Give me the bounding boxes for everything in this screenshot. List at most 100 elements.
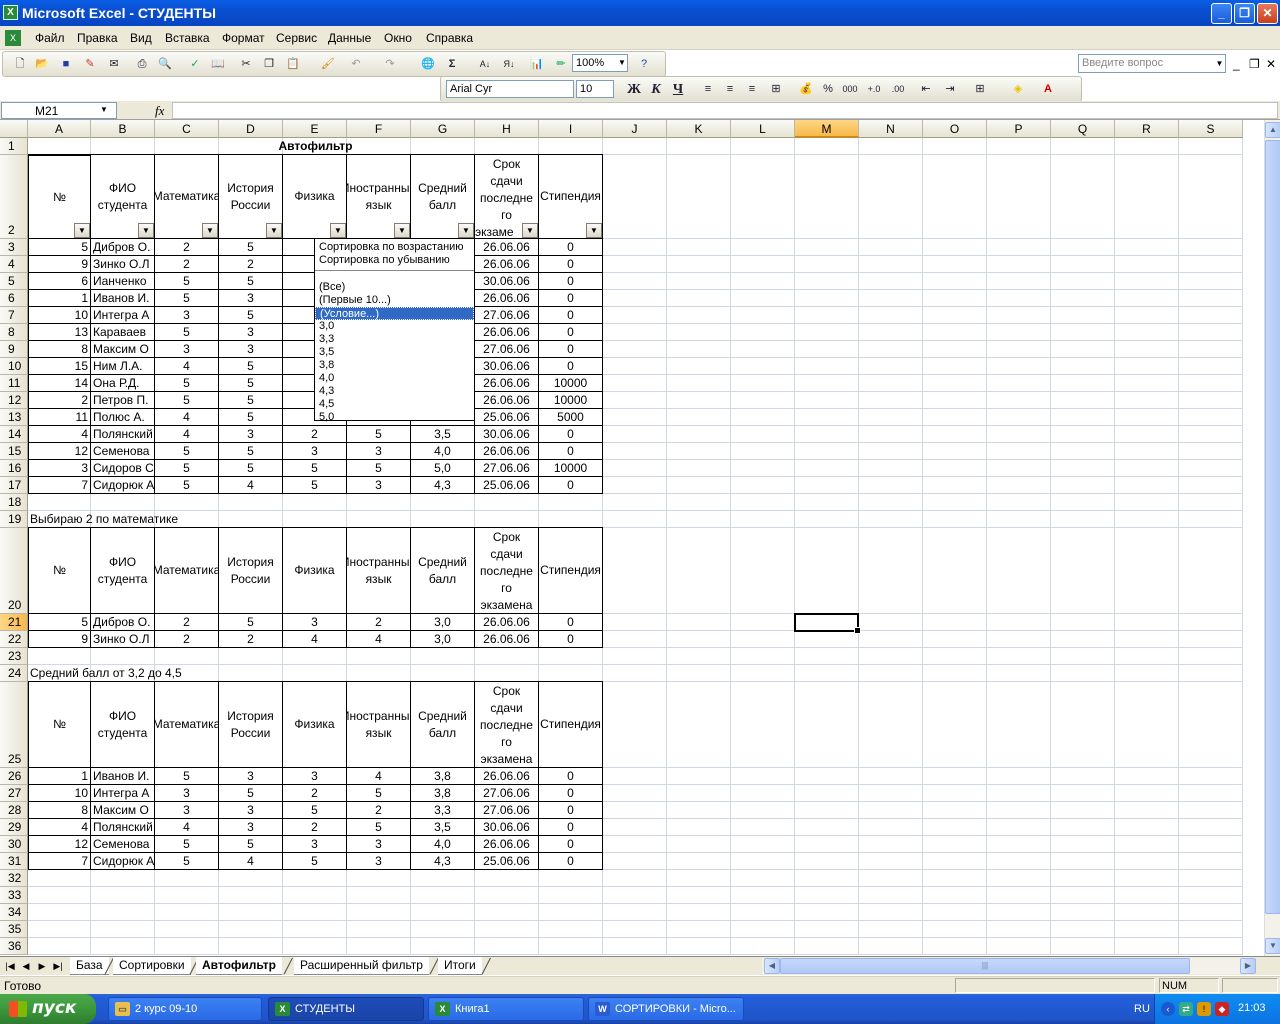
cell[interactable] — [219, 494, 283, 511]
cell[interactable] — [1115, 358, 1179, 375]
cell[interactable] — [603, 409, 667, 426]
table-cell[interactable]: 10000 — [539, 392, 603, 409]
cell[interactable] — [923, 853, 987, 870]
cell[interactable] — [1115, 648, 1179, 665]
table-cell[interactable]: 4 — [219, 853, 283, 870]
email-icon[interactable]: ✉ — [105, 56, 123, 73]
formula-input[interactable] — [172, 102, 1278, 119]
name-box-dropdown-icon[interactable]: ▼ — [100, 105, 108, 114]
cell[interactable] — [795, 307, 859, 324]
cell[interactable] — [795, 494, 859, 511]
cell[interactable] — [1115, 138, 1179, 155]
cell[interactable] — [923, 528, 987, 614]
table-cell[interactable]: 5 — [155, 324, 219, 341]
cell[interactable] — [923, 887, 987, 904]
cell[interactable] — [859, 324, 923, 341]
table-cell[interactable]: Караваев — [91, 324, 155, 341]
table-cell[interactable]: 3 — [347, 836, 411, 853]
table-cell[interactable]: 5 — [283, 460, 347, 477]
cell[interactable] — [603, 853, 667, 870]
cell[interactable] — [1115, 528, 1179, 614]
table-cell[interactable]: 4 — [347, 631, 411, 648]
cell[interactable] — [28, 938, 91, 955]
cell[interactable] — [795, 324, 859, 341]
cell[interactable] — [1051, 358, 1115, 375]
table-cell[interactable]: 5 — [283, 853, 347, 870]
column-title[interactable]: Средний балл — [411, 682, 475, 768]
cell[interactable] — [1115, 853, 1179, 870]
table-cell[interactable]: 7 — [28, 477, 91, 494]
row-header[interactable]: 19 — [0, 511, 28, 528]
italic-button[interactable]: К — [647, 81, 665, 98]
table-cell[interactable]: 4 — [283, 631, 347, 648]
cell[interactable] — [667, 768, 731, 785]
cell[interactable] — [795, 256, 859, 273]
cell[interactable] — [603, 870, 667, 887]
cell[interactable] — [859, 155, 923, 239]
cell[interactable] — [923, 921, 987, 938]
row-header[interactable]: 4 — [0, 256, 28, 273]
cell[interactable] — [859, 290, 923, 307]
table-cell[interactable]: 5 — [155, 392, 219, 409]
cell[interactable] — [1051, 836, 1115, 853]
horizontal-scroll-thumb[interactable]: ||| — [780, 958, 1190, 974]
autofilter-arrow-icon[interactable]: ▼ — [74, 223, 90, 238]
table-cell[interactable]: 26.06.06 — [475, 239, 539, 256]
cell[interactable] — [1051, 239, 1115, 256]
tab-baza[interactable]: База — [70, 957, 109, 975]
cell[interactable] — [731, 648, 795, 665]
row-header[interactable]: 31 — [0, 853, 28, 870]
zoom-dropdown-icon[interactable]: ▼ — [618, 58, 626, 67]
align-right-icon[interactable]: ≡ — [743, 81, 761, 98]
table-cell[interactable]: Сидорюк А — [91, 477, 155, 494]
cell[interactable] — [987, 648, 1051, 665]
cell[interactable] — [219, 870, 283, 887]
table-cell[interactable]: 4 — [155, 819, 219, 836]
cell[interactable] — [91, 938, 155, 955]
table-cell[interactable]: 5 — [155, 375, 219, 392]
cell[interactable] — [91, 921, 155, 938]
new-icon[interactable]: 🗋 — [11, 56, 29, 73]
cell[interactable] — [987, 836, 1051, 853]
cell[interactable] — [1051, 155, 1115, 239]
column-title[interactable]: ФИО студента — [91, 528, 155, 614]
cell[interactable] — [667, 375, 731, 392]
cell[interactable] — [859, 307, 923, 324]
row-header[interactable]: 34 — [0, 904, 28, 921]
cell[interactable] — [1179, 768, 1243, 785]
cell[interactable] — [603, 631, 667, 648]
table-cell[interactable]: 0 — [539, 239, 603, 256]
table-cell[interactable]: 0 — [539, 358, 603, 375]
cell[interactable] — [1179, 921, 1243, 938]
sort-descending-icon[interactable]: Я↓ — [500, 56, 518, 73]
cell[interactable] — [1115, 682, 1179, 768]
table-cell[interactable]: 30.06.06 — [475, 426, 539, 443]
row-header[interactable]: 7 — [0, 307, 28, 324]
cell[interactable] — [795, 273, 859, 290]
scroll-up-icon[interactable]: ▲ — [1265, 122, 1280, 138]
cell[interactable] — [1179, 511, 1243, 528]
column-header[interactable]: M — [795, 120, 859, 138]
cell[interactable] — [603, 341, 667, 358]
cell[interactable] — [155, 887, 219, 904]
column-header[interactable]: A — [28, 120, 91, 138]
cell[interactable] — [1051, 853, 1115, 870]
cell[interactable] — [923, 819, 987, 836]
cell[interactable] — [1115, 341, 1179, 358]
cell[interactable] — [667, 682, 731, 768]
cell[interactable] — [91, 494, 155, 511]
cell[interactable] — [795, 836, 859, 853]
open-icon[interactable]: 📂 — [33, 56, 51, 73]
row-header[interactable]: 32 — [0, 870, 28, 887]
tab-autofilter[interactable]: Автофильтр — [196, 957, 282, 975]
table-cell[interactable]: 0 — [539, 324, 603, 341]
row-header[interactable]: 11 — [0, 375, 28, 392]
paste-icon[interactable]: 📋 — [284, 56, 302, 73]
table-cell[interactable]: 2 — [219, 256, 283, 273]
table-cell[interactable]: 0 — [539, 443, 603, 460]
autofilter-option[interactable]: 3,0 — [315, 320, 474, 333]
table-cell[interactable]: 3 — [283, 768, 347, 785]
cell[interactable] — [1179, 785, 1243, 802]
cell[interactable] — [603, 155, 667, 239]
cell[interactable] — [987, 375, 1051, 392]
